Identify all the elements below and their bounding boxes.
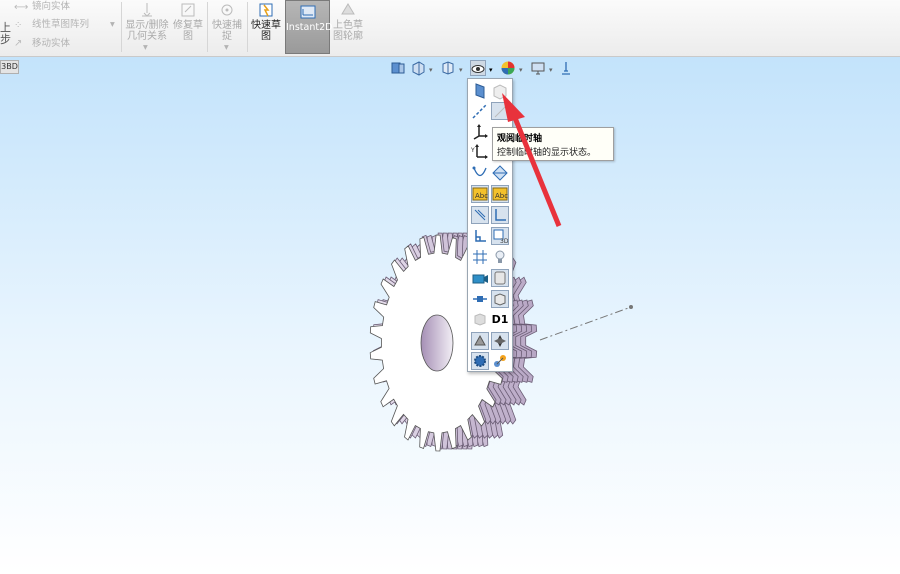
parting-line-icon xyxy=(492,165,508,181)
hide-show-items-menu: Y Abc Abc 3D D1 xyxy=(467,78,513,372)
svg-text:Abc: Abc xyxy=(475,192,488,200)
tooltip: 观阅临时轴 控制临时轴的显示状态。 xyxy=(492,127,614,161)
axis-end-point xyxy=(629,305,633,309)
sketch-plane-icon xyxy=(495,209,506,221)
svg-text:3D: 3D xyxy=(500,238,508,244)
view-curves-item[interactable] xyxy=(471,164,489,182)
dimension-icon xyxy=(474,209,486,221)
3d-sketch-icon: Abc xyxy=(492,187,508,201)
view-sketches-item[interactable]: Abc xyxy=(471,185,489,203)
view-axes-item[interactable] xyxy=(471,102,489,120)
view-all-types-item[interactable] xyxy=(471,352,489,370)
view-grid-lines-item[interactable] xyxy=(471,248,489,266)
view-connection-points-item[interactable] xyxy=(491,352,509,370)
view-decals-item[interactable] xyxy=(491,269,509,287)
light-bulb-icon xyxy=(495,250,505,263)
svg-text:Abc: Abc xyxy=(495,192,508,200)
view-center-of-mass-item[interactable] xyxy=(471,332,489,350)
grid-plane-icon xyxy=(493,84,507,100)
sketch-icon: Abc xyxy=(472,187,488,201)
view-planes-item[interactable] xyxy=(471,82,489,100)
decal-icon xyxy=(494,271,506,285)
temporary-axis-icon xyxy=(494,105,507,118)
mate-icon xyxy=(494,335,506,347)
all-types-gear-icon xyxy=(474,355,486,367)
gear-bore xyxy=(420,314,454,372)
routing-point-icon xyxy=(473,296,487,302)
tooltip-description: 控制临时轴的显示状态。 xyxy=(497,148,597,158)
view-temporary-axes-item[interactable] xyxy=(491,102,509,120)
svg-text:Y: Y xyxy=(471,147,475,154)
camera-icon xyxy=(472,274,488,284)
view-coordinate-systems-item[interactable]: Y xyxy=(470,142,489,160)
connection-point-icon xyxy=(494,355,506,367)
view-lights-item[interactable] xyxy=(491,248,509,266)
view-origins-item[interactable] xyxy=(471,122,489,140)
view-mate-references-item[interactable] xyxy=(491,332,509,350)
coordinate-system-icon: Y xyxy=(470,144,488,159)
curve-icon xyxy=(472,166,487,177)
tooltip-title: 观阅临时轴 xyxy=(497,134,543,144)
weld-icon xyxy=(474,313,486,326)
view-sketch-relations-item[interactable] xyxy=(471,227,489,245)
part-icon xyxy=(494,293,506,306)
view-weld-bead-item[interactable] xyxy=(471,311,489,329)
grid-icon xyxy=(473,250,487,264)
temporary-axis xyxy=(539,306,632,341)
d1-label: D1 xyxy=(491,313,509,326)
view-sketch-planes-item[interactable] xyxy=(491,206,509,224)
center-of-mass-icon xyxy=(474,334,486,346)
view-cameras-item[interactable] xyxy=(471,269,489,287)
3d-dimension-icon: 3D xyxy=(493,229,509,245)
view-parts-item[interactable] xyxy=(491,290,509,308)
view-routing-points-item[interactable] xyxy=(471,290,489,308)
origin-icon xyxy=(473,124,488,140)
view-dimension-names-item[interactable]: D1 xyxy=(491,311,509,329)
view-annotations-item[interactable] xyxy=(471,206,489,224)
view-grid-item[interactable] xyxy=(491,82,509,100)
sketch-relation-icon xyxy=(475,230,486,242)
view-parting-lines-item[interactable] xyxy=(491,164,509,182)
view-dimensions-item[interactable]: 3D xyxy=(491,227,509,245)
axis-icon xyxy=(472,103,488,119)
plane-icon xyxy=(475,83,485,99)
view-3d-sketches-item[interactable]: Abc xyxy=(491,185,509,203)
gear-model[interactable] xyxy=(0,0,900,574)
